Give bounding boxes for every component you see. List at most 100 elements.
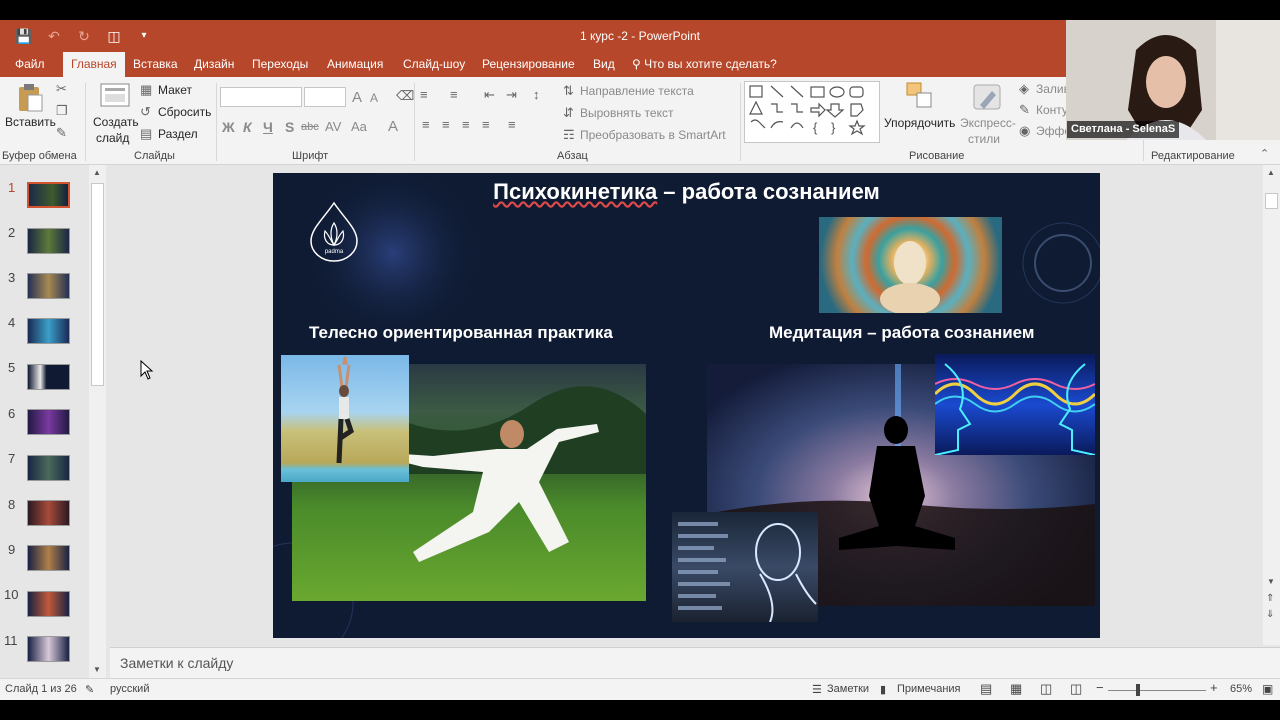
numbering-icon[interactable]: ≡ bbox=[450, 87, 458, 102]
slide-thumbnail[interactable] bbox=[27, 591, 70, 617]
next-slide-icon[interactable]: ⇓ bbox=[1266, 609, 1274, 620]
arrange-icon[interactable] bbox=[905, 81, 935, 111]
slide-thumbnail[interactable] bbox=[27, 182, 70, 208]
font-family-combo[interactable] bbox=[220, 87, 302, 107]
increase-indent-icon[interactable]: ⇥ bbox=[506, 87, 517, 103]
reset-button[interactable]: Сбросить bbox=[158, 105, 211, 119]
new-slide-label-1[interactable]: Создать bbox=[93, 115, 139, 129]
align-text-button[interactable]: Выровнять текст bbox=[580, 106, 673, 120]
shrink-font-button[interactable]: A bbox=[370, 91, 378, 105]
slide-thumbnail[interactable] bbox=[27, 364, 70, 390]
notes-toggle-button[interactable]: Заметки bbox=[827, 683, 869, 695]
language-indicator[interactable]: русский bbox=[110, 683, 149, 695]
reading-view-icon[interactable]: ◫ bbox=[1040, 681, 1052, 697]
paste-button[interactable]: Вставить bbox=[5, 115, 56, 129]
zoom-slider-thumb[interactable] bbox=[1136, 684, 1140, 696]
bullets-icon[interactable]: ≡ bbox=[420, 87, 428, 102]
fit-to-window-icon[interactable]: ▣ bbox=[1262, 682, 1273, 696]
justify-icon[interactable]: ≡ bbox=[482, 117, 490, 132]
zoom-slider[interactable] bbox=[1108, 690, 1206, 691]
underline-button[interactable]: Ч bbox=[263, 119, 273, 135]
decrease-indent-icon[interactable]: ⇤ bbox=[484, 87, 495, 103]
clear-formatting-icon[interactable]: ⌫ bbox=[396, 88, 414, 104]
slide-thumbnail[interactable] bbox=[27, 500, 70, 526]
slide-thumbnail[interactable] bbox=[27, 636, 70, 662]
left-heading[interactable]: Телесно ориентированная практика bbox=[309, 323, 613, 343]
align-center-icon[interactable]: ≡ bbox=[442, 117, 450, 132]
scroll-up-icon[interactable]: ▲ bbox=[93, 168, 101, 177]
brainwave-heads-image[interactable] bbox=[935, 354, 1095, 455]
new-slide-icon[interactable] bbox=[100, 83, 130, 109]
scrollbar-thumb[interactable] bbox=[1265, 193, 1278, 209]
text-direction-button[interactable]: Направление текста bbox=[580, 84, 694, 98]
copy-icon[interactable]: ❐ bbox=[56, 103, 68, 119]
section-button[interactable]: Раздел bbox=[158, 127, 198, 141]
notes-pane[interactable]: Заметки к слайду bbox=[110, 647, 1280, 678]
tab-transitions[interactable]: Переходы bbox=[244, 52, 316, 77]
slide-thumbnail[interactable] bbox=[27, 409, 70, 435]
columns-icon[interactable]: ≡ bbox=[508, 117, 516, 132]
font-color-button[interactable]: A bbox=[388, 118, 398, 135]
spellcheck-icon[interactable]: ✎ bbox=[85, 683, 94, 696]
quick-styles-icon[interactable] bbox=[972, 81, 1004, 113]
slide-thumbnail[interactable] bbox=[27, 455, 70, 481]
tab-design[interactable]: Дизайн bbox=[186, 52, 242, 77]
scroll-up-icon[interactable]: ▲ bbox=[1267, 168, 1275, 177]
layout-button[interactable]: Макет bbox=[158, 83, 192, 97]
collapse-ribbon-icon[interactable]: ⌃ bbox=[1260, 147, 1269, 160]
slide-scrollbar[interactable]: ▲ ▼ ⇑ ⇓ bbox=[1263, 165, 1280, 645]
align-left-icon[interactable]: ≡ bbox=[422, 117, 430, 132]
slide-thumbnail-pane[interactable]: 1 2 3 4 5 6 7 8 9 10 11 ▲ ▼ bbox=[0, 165, 108, 678]
tab-review[interactable]: Рецензирование bbox=[474, 52, 583, 77]
scroll-down-icon[interactable]: ▼ bbox=[93, 665, 101, 674]
tab-file[interactable]: Файл bbox=[7, 52, 53, 77]
shapes-gallery[interactable]: { } bbox=[744, 81, 880, 143]
italic-button[interactable]: К bbox=[243, 119, 252, 135]
tab-home[interactable]: Главная bbox=[63, 52, 125, 77]
bold-button[interactable]: Ж bbox=[222, 119, 235, 135]
tab-view[interactable]: Вид bbox=[585, 52, 623, 77]
char-spacing-button[interactable]: AV bbox=[325, 119, 341, 134]
thumbnail-scrollbar[interactable]: ▲ ▼ bbox=[89, 165, 106, 678]
slide-title[interactable]: Психокинетика – работа сознанием bbox=[273, 179, 1100, 205]
quick-styles-label-1[interactable]: Экспресс- bbox=[960, 116, 1016, 130]
zoom-level[interactable]: 65% bbox=[1230, 683, 1252, 695]
tab-insert[interactable]: Вставка bbox=[125, 52, 186, 77]
digital-head-image[interactable] bbox=[672, 512, 818, 622]
shape-outline-button[interactable]: Конту bbox=[1036, 103, 1068, 117]
slide-thumbnail[interactable] bbox=[27, 273, 70, 299]
slide-counter[interactable]: Слайд 1 из 26 bbox=[5, 683, 77, 695]
right-heading[interactable]: Медитация – работа сознанием bbox=[769, 323, 1034, 343]
smartart-button[interactable]: Преобразовать в SmartArt bbox=[580, 128, 726, 142]
slide-sorter-icon[interactable]: ▦ bbox=[1010, 681, 1022, 697]
mandala-face-image[interactable] bbox=[819, 217, 1002, 313]
align-right-icon[interactable]: ≡ bbox=[462, 117, 470, 132]
quick-styles-label-2[interactable]: стили bbox=[968, 132, 1000, 146]
comments-button[interactable]: Примечания bbox=[897, 683, 961, 695]
font-size-combo[interactable] bbox=[304, 87, 346, 107]
line-spacing-icon[interactable]: ↕ bbox=[533, 87, 540, 102]
shadow-button[interactable]: S bbox=[285, 119, 294, 135]
normal-view-icon[interactable]: ▤ bbox=[980, 681, 992, 697]
arrange-button[interactable]: Упорядочить bbox=[884, 116, 955, 130]
new-slide-label-2[interactable]: слайд bbox=[96, 131, 129, 145]
slideshow-icon[interactable]: ◫ bbox=[1070, 681, 1082, 697]
shape-fill-button[interactable]: Залив bbox=[1036, 82, 1070, 96]
tell-me-box[interactable]: ⚲ Что вы хотите сделать? bbox=[632, 52, 777, 77]
slide-canvas[interactable]: Психокинетика – работа сознанием padma Т… bbox=[273, 173, 1100, 638]
scroll-down-icon[interactable]: ▼ bbox=[1267, 577, 1275, 586]
yoga-tree-pose-image[interactable] bbox=[281, 355, 409, 482]
slide-thumbnail[interactable] bbox=[27, 545, 70, 571]
format-painter-icon[interactable]: ✎ bbox=[56, 125, 67, 141]
grow-font-button[interactable]: A bbox=[352, 89, 362, 106]
slide-thumbnail[interactable] bbox=[27, 318, 70, 344]
scrollbar-thumb[interactable] bbox=[91, 183, 104, 386]
slide-thumbnail[interactable] bbox=[27, 228, 70, 254]
zoom-in-icon[interactable]: + bbox=[1210, 680, 1218, 695]
zoom-out-icon[interactable]: − bbox=[1096, 680, 1104, 695]
tab-slideshow[interactable]: Слайд-шоу bbox=[395, 52, 473, 77]
change-case-button[interactable]: Aa bbox=[351, 119, 367, 134]
paste-icon[interactable] bbox=[16, 83, 44, 113]
cut-icon[interactable]: ✂ bbox=[56, 81, 67, 97]
previous-slide-icon[interactable]: ⇑ bbox=[1266, 593, 1274, 604]
